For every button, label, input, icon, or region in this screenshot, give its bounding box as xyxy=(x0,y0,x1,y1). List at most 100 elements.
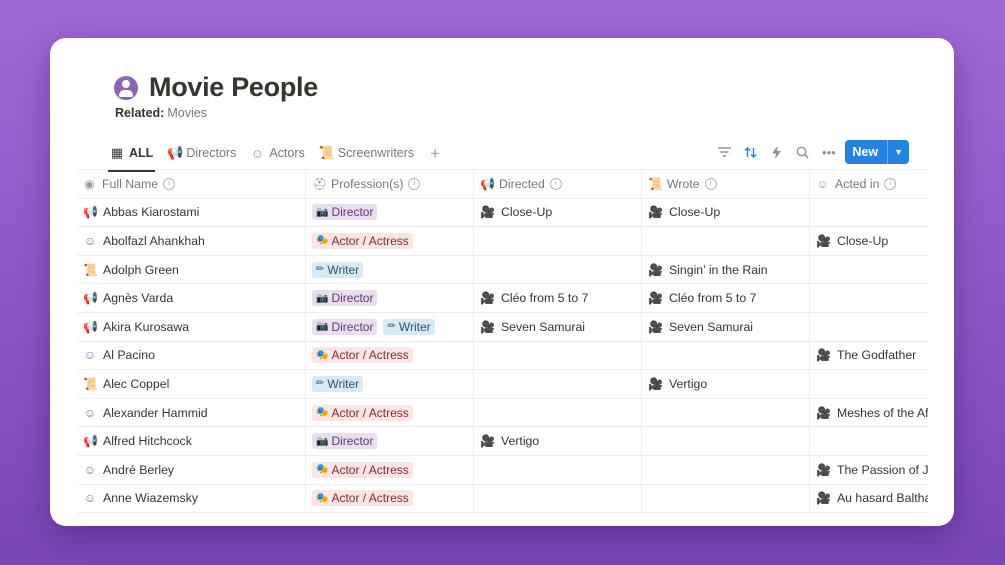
full-name-cell[interactable]: 📢 Abbas Kiarostami xyxy=(77,198,306,227)
movie-relation[interactable]: 🎥 Close-Up xyxy=(816,234,888,248)
movie-relation[interactable]: 🎥 Singin’ in the Rain xyxy=(648,263,768,277)
more-options-icon[interactable]: ••• xyxy=(816,140,841,164)
acted-in-cell[interactable] xyxy=(810,370,928,398)
directed-cell[interactable] xyxy=(474,484,642,513)
tab-all[interactable]: ▦ ALL xyxy=(107,142,156,172)
full-name-cell[interactable]: 📢 Agnès Varda xyxy=(77,284,306,312)
person-name[interactable]: Akira Kurosawa xyxy=(103,320,189,334)
profession-cell[interactable]: 📷 Director xyxy=(306,284,474,312)
table-row[interactable]: ☺ Anne Wiazemsky 🎭 Actor / Actress 🎥 Au hasar… xyxy=(77,484,928,514)
full-name-cell[interactable]: 📜 Alec Coppel xyxy=(77,370,306,398)
profession-cell[interactable]: ✏ Writer xyxy=(306,370,474,398)
full-name-cell[interactable]: 📢 Alfred Hitchcock xyxy=(77,427,306,455)
wrote-cell[interactable] xyxy=(642,227,810,255)
wrote-cell[interactable] xyxy=(642,341,810,370)
wrote-cell[interactable] xyxy=(642,455,810,484)
movie-relation[interactable]: 🎥 Vertigo xyxy=(480,434,539,448)
movie-relation[interactable]: 🎥 Cléo from 5 to 7 xyxy=(480,291,588,305)
search-icon[interactable] xyxy=(790,140,815,164)
column-header-directed[interactable]: 📢 Directed i xyxy=(474,170,642,198)
movie-relation[interactable]: 🎥 Seven Samurai xyxy=(480,320,585,334)
add-view-icon[interactable]: + xyxy=(430,145,440,162)
full-name-cell[interactable]: ☺ Abolfazl Ahankhah xyxy=(77,227,306,255)
profession-cell[interactable]: 🎭 Actor / Actress xyxy=(306,484,474,513)
wrote-cell[interactable]: 🎥 Vertigo xyxy=(642,370,810,398)
info-icon[interactable]: i xyxy=(408,177,421,190)
table-row[interactable]: ☺ Abolfazl Ahankhah 🎭 Actor / Actress 🎥 Close… xyxy=(77,227,928,256)
related-value[interactable]: Movies xyxy=(167,106,207,120)
directed-cell[interactable] xyxy=(474,370,642,398)
person-name[interactable]: Alec Coppel xyxy=(103,377,169,391)
directed-cell[interactable]: 🎥 Close-Up xyxy=(474,198,642,227)
full-name-cell[interactable]: ☺ André Berley xyxy=(77,455,306,484)
acted-in-cell[interactable]: 🎥 Meshes of the Af xyxy=(810,399,928,427)
movie-relation[interactable]: 🎥 Meshes of the Af xyxy=(816,406,928,420)
wrote-cell[interactable]: 🎥 Seven Samurai xyxy=(642,312,810,341)
chevron-down-icon[interactable]: ▼ xyxy=(887,140,909,164)
wrote-cell[interactable] xyxy=(642,484,810,513)
acted-in-cell[interactable]: 🎥 Au hasard Baltha xyxy=(810,485,928,513)
lightning-icon[interactable] xyxy=(764,140,789,164)
movie-relation[interactable]: 🎥 Vertigo xyxy=(648,377,707,391)
acted-in-cell[interactable] xyxy=(810,427,928,455)
table-row[interactable]: ☺ Alexander Hammid 🎭 Actor / Actress 🎥 Meshes… xyxy=(77,398,928,428)
page-title[interactable]: Movie People xyxy=(149,72,318,103)
table-row[interactable]: 📢 Abbas Kiarostami 📷 Director 🎥 Close-Up 🎥 Clos… xyxy=(77,198,928,228)
directed-cell[interactable]: 🎥 Vertigo xyxy=(474,427,642,455)
full-name-cell[interactable]: 📜 Adolph Green xyxy=(77,255,306,284)
person-name[interactable]: Al Pacino xyxy=(103,348,155,362)
wrote-cell[interactable] xyxy=(642,427,810,455)
full-name-cell[interactable]: 📢 Akira Kurosawa xyxy=(77,312,306,341)
profession-cell[interactable]: 🎭 Actor / Actress xyxy=(306,227,474,255)
acted-in-cell[interactable]: 🎥 The Godfather xyxy=(810,342,928,370)
info-icon[interactable]: i xyxy=(549,177,562,190)
wrote-cell[interactable]: 🎥 Cléo from 5 to 7 xyxy=(642,284,810,312)
full-name-cell[interactable]: ☺ Anne Wiazemsky xyxy=(77,484,306,513)
profession-cell[interactable]: 📷 Director xyxy=(306,427,474,455)
info-icon[interactable]: i xyxy=(163,177,176,190)
acted-in-cell[interactable]: 🎥 The Passion of J xyxy=(810,456,928,484)
full-name-cell[interactable]: ☺ Alexander Hammid xyxy=(77,398,306,427)
person-name[interactable]: André Berley xyxy=(103,463,174,477)
wrote-cell[interactable]: 🎥 Close-Up xyxy=(642,198,810,227)
wrote-cell[interactable]: 🎥 Singin’ in the Rain xyxy=(642,255,810,284)
profession-cell[interactable]: 🎭 Actor / Actress xyxy=(306,455,474,484)
wrote-cell[interactable] xyxy=(642,398,810,427)
movie-relation[interactable]: 🎥 The Passion of J xyxy=(816,463,928,477)
person-name[interactable]: Anne Wiazemsky xyxy=(103,491,198,505)
movie-relation[interactable]: 🎥 Au hasard Baltha xyxy=(816,491,928,505)
tab-directors[interactable]: 📢 Directors xyxy=(167,142,236,164)
column-header-acted-in[interactable]: ☺ Acted in i xyxy=(810,170,928,198)
profession-cell[interactable]: 🎭 Actor / Actress xyxy=(306,341,474,370)
column-header-full-name[interactable]: ◉ Full Name i xyxy=(77,170,306,198)
acted-in-cell[interactable] xyxy=(810,313,928,341)
tab-actors[interactable]: ☺ Actors xyxy=(250,142,305,164)
profession-cell[interactable]: 🎭 Actor / Actress xyxy=(306,398,474,427)
directed-cell[interactable] xyxy=(474,227,642,255)
table-row[interactable]: ☺ André Berley 🎭 Actor / Actress 🎥 The Passio… xyxy=(77,455,928,485)
profession-cell[interactable]: ✏ Writer xyxy=(306,255,474,284)
directed-cell[interactable] xyxy=(474,255,642,284)
table-row[interactable]: 📜 Alec Coppel ✏ Writer 🎥 Vertigo xyxy=(77,370,928,399)
person-name[interactable]: Abolfazl Ahankhah xyxy=(103,234,205,248)
new-button-label[interactable]: New xyxy=(845,145,887,159)
acted-in-cell[interactable] xyxy=(810,199,928,227)
person-circle-icon[interactable] xyxy=(114,75,138,100)
movie-relation[interactable]: 🎥 Close-Up xyxy=(480,205,552,219)
person-name[interactable]: Abbas Kiarostami xyxy=(103,205,199,219)
column-header-wrote[interactable]: 📜 Wrote i xyxy=(642,170,810,198)
new-button[interactable]: New ▼ xyxy=(845,140,909,164)
directed-cell[interactable]: 🎥 Cléo from 5 to 7 xyxy=(474,284,642,312)
directed-cell[interactable] xyxy=(474,455,642,484)
table-row[interactable]: 📢 Agnès Varda 📷 Director 🎥 Cléo from 5 to 7 🎥 C… xyxy=(77,284,928,313)
movie-relation[interactable]: 🎥 Seven Samurai xyxy=(648,320,753,334)
person-name[interactable]: Alfred Hitchcock xyxy=(103,434,192,448)
acted-in-cell[interactable] xyxy=(810,284,928,312)
full-name-cell[interactable]: ☺ Al Pacino xyxy=(77,341,306,370)
table-row[interactable]: 📢 Alfred Hitchcock 📷 Director 🎥 Vertigo xyxy=(77,427,928,456)
table-row[interactable]: 📜 Adolph Green ✏ Writer 🎥 Singin’ in the Rain xyxy=(77,255,928,285)
profession-cell[interactable]: 📷 Director ✏ Writer xyxy=(306,312,474,341)
movie-relation[interactable]: 🎥 Cléo from 5 to 7 xyxy=(648,291,756,305)
info-icon[interactable]: i xyxy=(704,177,717,190)
profession-cell[interactable]: 📷 Director xyxy=(306,198,474,227)
